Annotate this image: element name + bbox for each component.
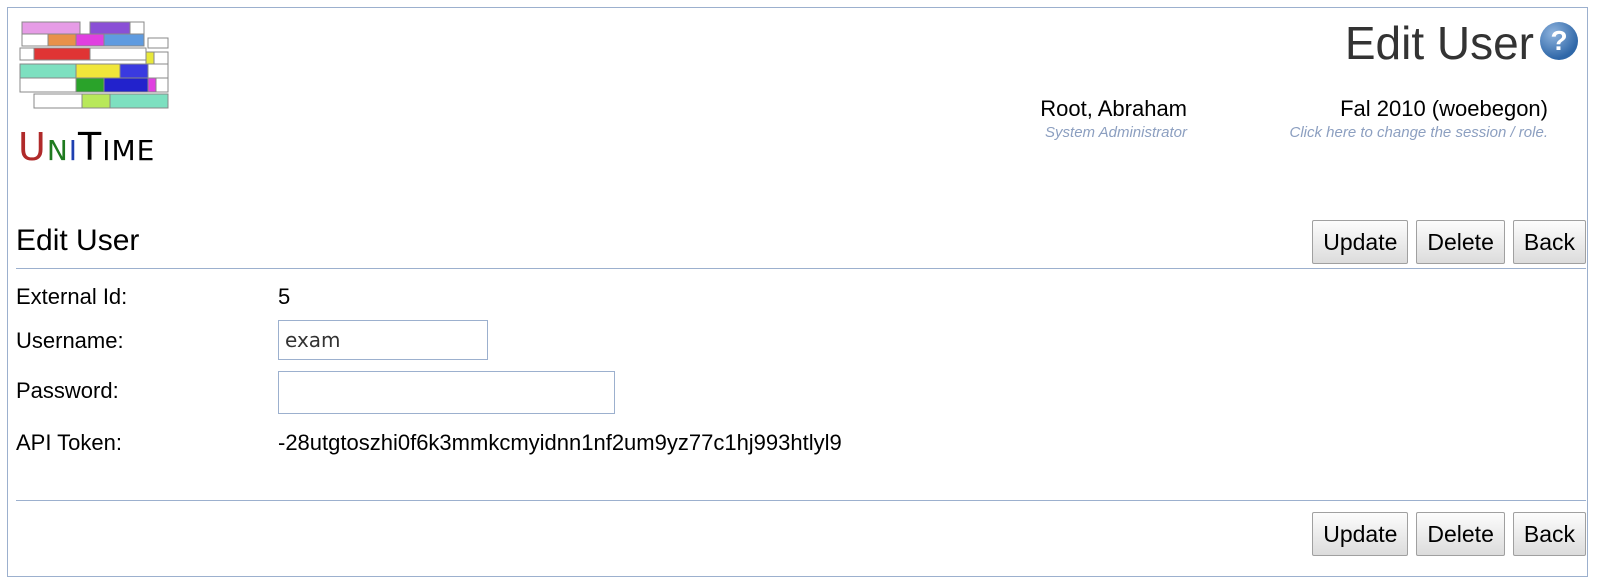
username-input[interactable]	[278, 320, 488, 360]
section-divider	[16, 268, 1586, 269]
page-title: Edit User	[1344, 17, 1534, 69]
bottom-button-bar: Update Delete Back	[1312, 512, 1586, 556]
back-button-bottom[interactable]: Back	[1512, 512, 1586, 556]
help-icon[interactable]: ?	[1540, 22, 1578, 60]
footer-divider	[16, 500, 1586, 501]
back-button[interactable]: Back	[1512, 220, 1586, 264]
delete-button[interactable]: Delete	[1416, 220, 1505, 264]
page-frame	[7, 7, 1588, 577]
user-role: System Administrator	[1045, 124, 1187, 141]
unitime-wordmark: UNITIME	[18, 125, 156, 169]
top-button-bar: Update Delete Back	[1312, 220, 1586, 264]
unitime-logo[interactable]	[18, 20, 173, 115]
api-token-value: -28utgtoszhi0f6k3mmkcmyidnn1nf2um9yz77c1…	[278, 430, 842, 455]
password-input[interactable]	[278, 371, 615, 414]
api-token-label: API Token:	[16, 430, 122, 455]
user-info: Root, Abraham System Administrator	[1040, 96, 1187, 141]
username-label: Username:	[16, 328, 124, 353]
external-id-label: External Id:	[16, 284, 128, 309]
external-id-value: 5	[278, 284, 291, 309]
section-title: Edit User	[16, 224, 140, 257]
user-name: Root, Abraham	[1040, 96, 1187, 121]
password-label: Password:	[16, 378, 119, 403]
session-selector[interactable]: Fal 2010 (woebegon) Click here to change…	[1290, 96, 1548, 141]
delete-button-bottom[interactable]: Delete	[1416, 512, 1505, 556]
update-button[interactable]: Update	[1312, 220, 1409, 264]
session-hint[interactable]: Click here to change the session / role.	[1290, 124, 1548, 141]
update-button-bottom[interactable]: Update	[1312, 512, 1409, 556]
session-name[interactable]: Fal 2010 (woebegon)	[1290, 96, 1548, 122]
